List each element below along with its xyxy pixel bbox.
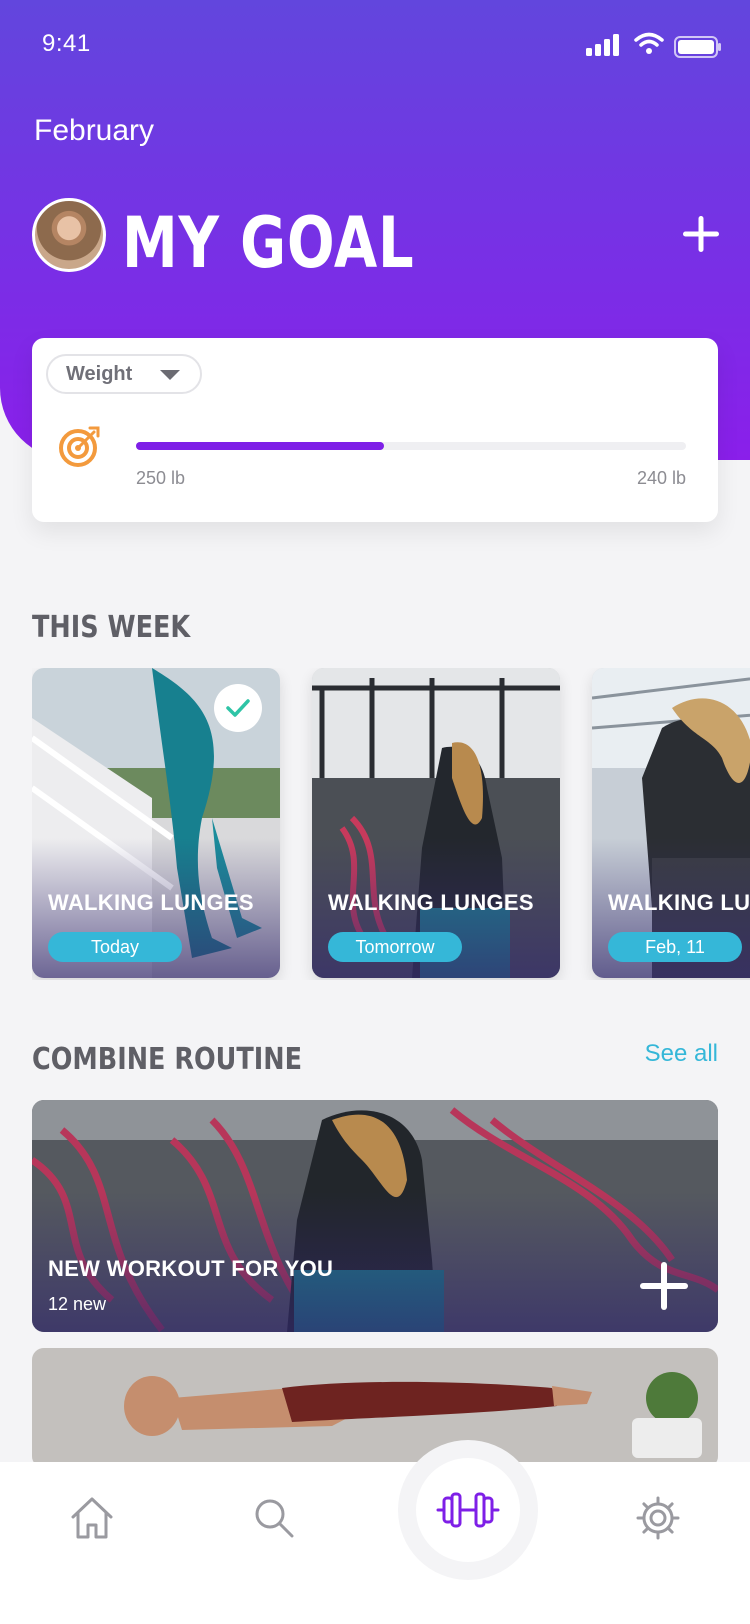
workout-card[interactable]: WALKING LUNGES Feb, 11 [592,668,750,978]
goal-progress-bar [136,442,686,450]
gear-icon [636,1496,680,1540]
goal-progress-fill [136,442,384,450]
goal-card: Weight 250 lb 240 lb [32,338,718,522]
goal-metric-dropdown[interactable]: Weight [46,354,202,394]
cellular-signal-icon [586,34,619,56]
workout-title: WALKING LUNGES [328,890,534,915]
combine-routine-heading: COMBINE ROUTINE [32,1042,302,1077]
tab-search[interactable] [244,1488,304,1548]
goal-metric-label: Weight [66,362,133,385]
dumbbell-icon [436,1492,500,1528]
workout-title: WALKING LUNGES [608,890,750,915]
workout-date-badge: Today [48,932,182,962]
add-goal-button[interactable] [681,214,721,254]
wifi-icon [634,32,664,54]
add-routine-button[interactable] [638,1260,690,1312]
status-time: 9:41 [42,30,91,57]
tab-home[interactable] [62,1488,122,1548]
goal-start-value: 250 lb [136,468,186,488]
page-title: MY GOAL [122,202,415,284]
routine-title: NEW WORKOUT FOR YOU [48,1256,334,1281]
see-all-link[interactable]: See all [645,1040,718,1068]
goal-target-value: 240 lb [636,468,686,488]
search-icon [255,1499,294,1538]
routine-count: 12 new [48,1294,107,1314]
month-label[interactable]: February [34,114,154,148]
routine-photo [32,1348,718,1468]
chevron-down-icon [160,370,180,380]
tab-workouts-button[interactable] [416,1458,520,1562]
workout-date-badge: Feb, 11 [608,932,742,962]
avatar[interactable] [32,198,106,272]
status-bar: 9:41 [0,0,750,90]
workout-title: WALKING LUNGES [48,890,254,915]
completed-badge [214,684,262,732]
checkmark-icon [226,699,250,717]
this-week-carousel[interactable]: WALKING LUNGES Today WALKING LUNGES Tomo… [32,668,750,980]
routine-card[interactable]: NEW WORKOUT FOR YOU 12 new [32,1100,718,1332]
home-icon [71,1497,113,1539]
workout-date-badge: Tomorrow [328,932,462,962]
tab-workouts[interactable] [398,1440,538,1580]
tab-settings[interactable] [628,1488,688,1548]
workout-card[interactable]: WALKING LUNGES Tomorrow [312,668,560,978]
bottom-nav [0,1440,750,1624]
target-icon [59,426,100,467]
workout-card[interactable]: WALKING LUNGES Today [32,668,280,978]
battery-icon [674,36,721,58]
this-week-heading: THIS WEEK [32,610,191,645]
routine-card[interactable] [32,1348,718,1468]
